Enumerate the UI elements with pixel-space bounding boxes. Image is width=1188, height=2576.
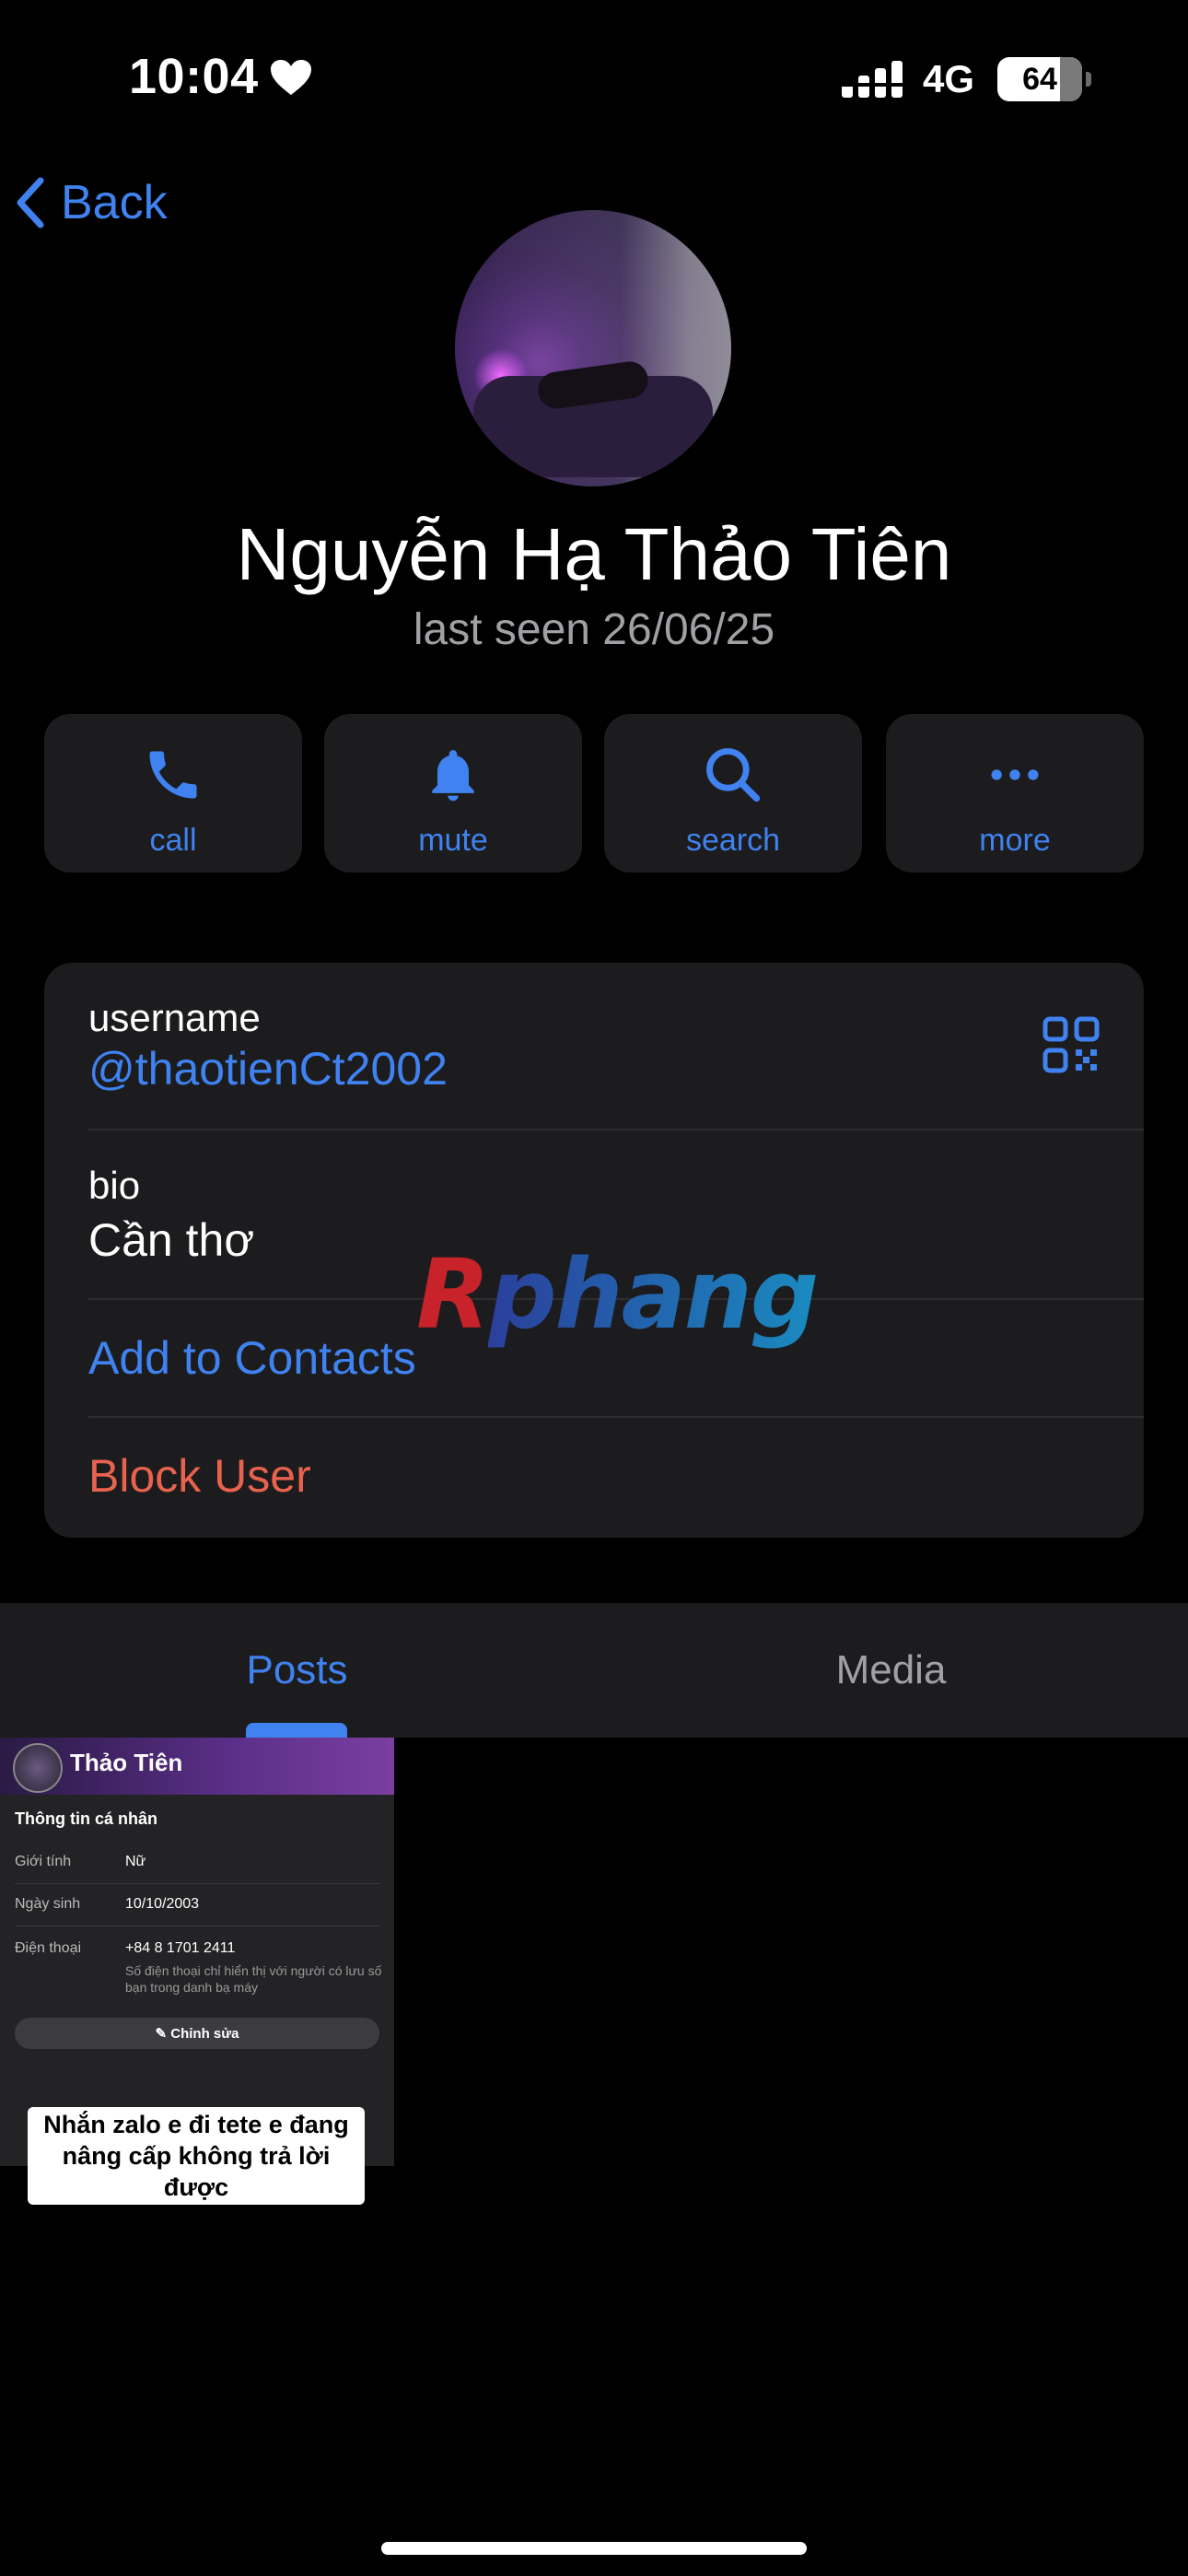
username-value[interactable]: @thaotienCt2002 [88,1042,448,1095]
battery-icon: 64 [997,57,1091,101]
network-type: 4G [923,57,975,100]
chevron-left-icon [17,177,44,228]
back-button[interactable]: Back [17,175,168,230]
divider [88,1129,1144,1130]
post-row-value: +84 8 1701 2411 [125,1940,236,1956]
profile-name: Nguyễn Hạ Thảo Tiên [236,513,952,595]
more-icon [991,769,1039,780]
search-icon [706,748,761,802]
battery-level: 64 [1022,61,1057,97]
tab-posts[interactable]: Posts [0,1603,594,1738]
cellular-signal-icon [842,61,906,104]
post-row-label: Giới tính [15,1854,72,1869]
qr-code-icon[interactable] [1042,1016,1100,1078]
post-row-value: Nữ [125,1854,146,1869]
add-to-contacts-button[interactable]: Add to Contacts [88,1331,416,1385]
search-label: search [685,823,781,858]
more-button[interactable]: more [886,714,1144,872]
active-tab-indicator [246,1723,347,1738]
post-edit-button: ✎ Chỉnh sửa [15,2018,379,2049]
bio-value: Cần thơ [88,1214,255,1266]
avatar[interactable] [455,210,731,486]
post-edit-label: Chỉnh sửa [170,2025,239,2042]
watermark-part-1: R [416,1238,490,1351]
last-seen: last seen 26/06/25 [413,605,775,654]
block-user-button[interactable]: Block User [88,1449,311,1503]
bell-icon [432,750,474,802]
watermark-logo: Rphang [416,1238,819,1351]
tab-media[interactable]: Media [594,1603,1188,1738]
battery-empty-portion [1060,57,1082,101]
call-label: call [149,823,197,858]
mute-label: mute [418,823,488,858]
username-label: username [88,996,261,1039]
status-time: 10:04 [129,49,259,104]
post-caption: Nhắn zalo e đi tete e đang nâng cấp khôn… [28,2107,365,2205]
bio-label: bio [88,1164,141,1207]
phone-icon [149,751,197,799]
divider [88,1416,1144,1418]
post-row-label: Điện thoại [15,1940,82,1956]
post-name: Thảo Tiên [70,1749,183,1776]
post-row-value: 10/10/2003 [125,1896,200,1912]
post-note: Số điện thoại chỉ hiển thị với người có … [125,1963,382,1995]
search-button[interactable]: search [604,714,862,872]
post-avatar [13,1743,63,1793]
back-label: Back [61,176,168,229]
post-thumbnail[interactable]: Thảo Tiên Thông tin cá nhân Giới tính Nữ… [0,1738,394,2166]
call-button[interactable]: call [44,714,302,872]
post-row-label: Ngày sinh [15,1896,81,1912]
home-indicator[interactable] [381,2542,807,2555]
profile-tabs: Posts Media [0,1603,1188,1738]
post-divider [15,1883,379,1884]
post-caption-line: Nhắn zalo e đi tete e đang [43,2111,349,2138]
more-label: more [979,823,1051,858]
watermark-part-2: phang [488,1238,819,1351]
mute-button[interactable]: mute [324,714,582,872]
post-section-title: Thông tin cá nhân [15,1809,157,1828]
heart-icon [270,59,312,100]
post-caption-line: nâng cấp không trả lời được [62,2142,331,2201]
